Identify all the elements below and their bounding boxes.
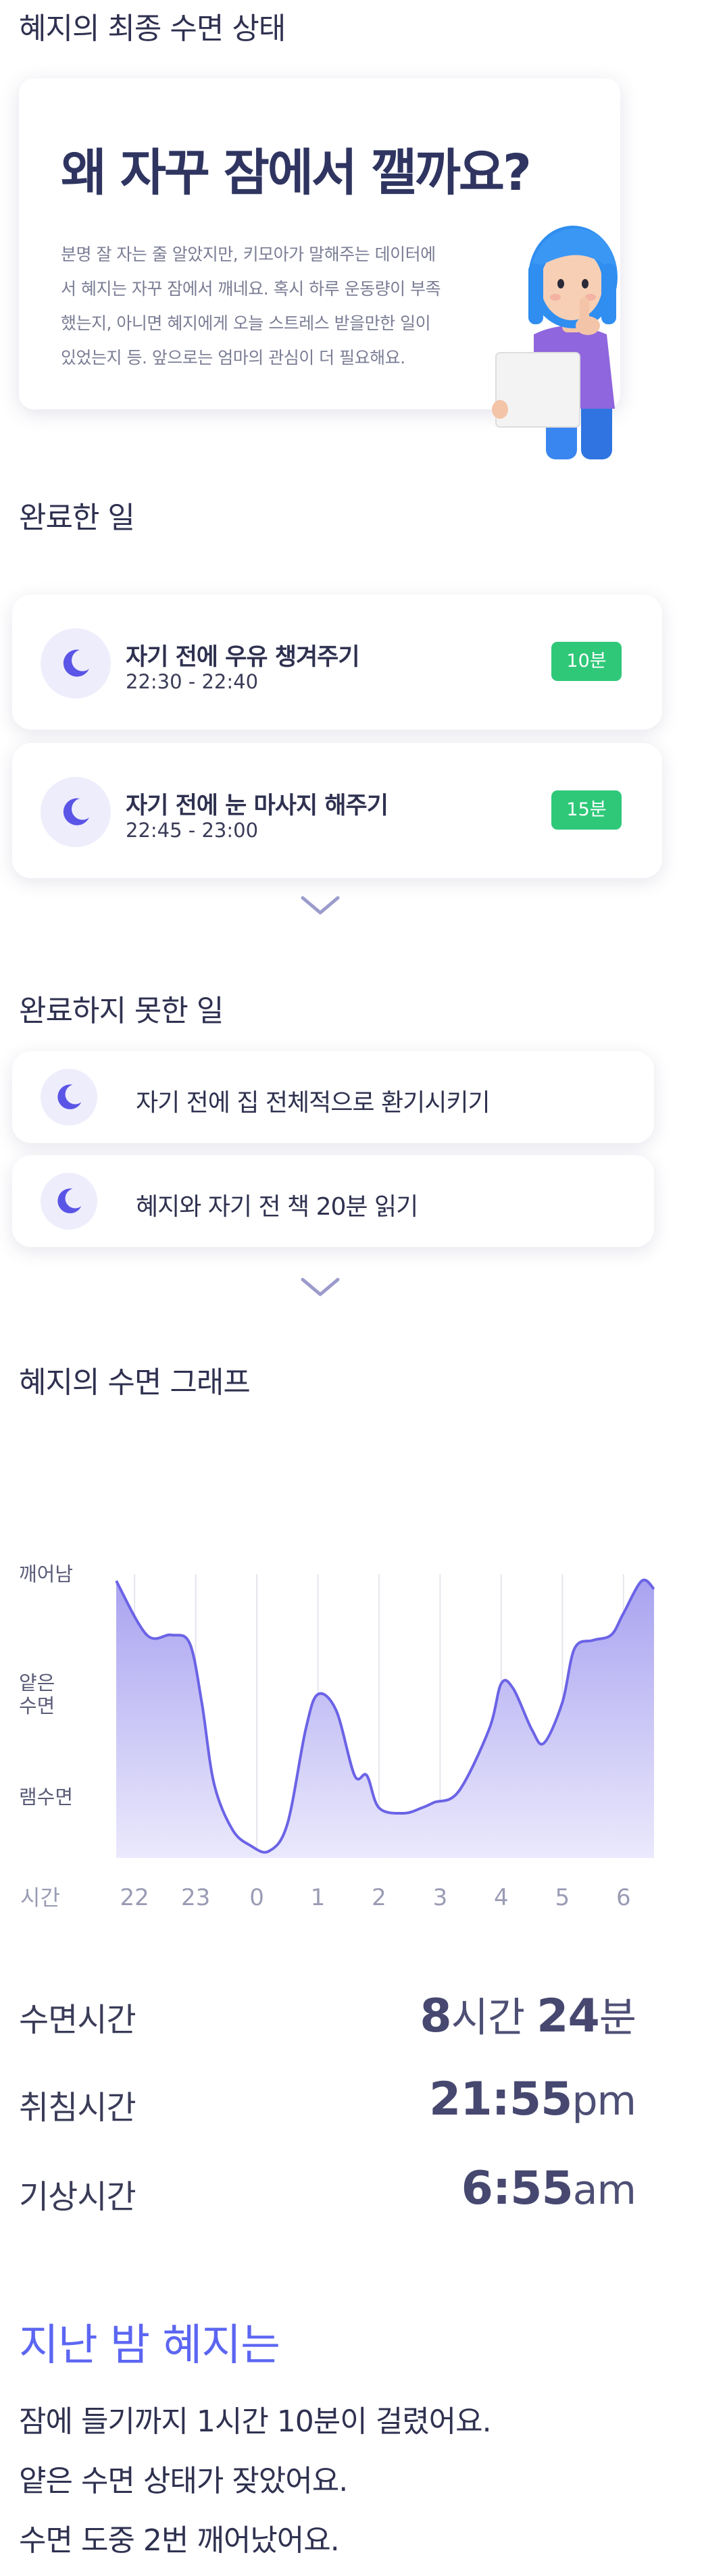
page-title: 혜지의 최종 수면 상태 xyxy=(19,11,286,46)
insight-line: 했는지, 아니면 혜지에게 오늘 스트레스 받을만한 일이 xyxy=(61,313,431,333)
insight-line: 있었는지 등. 앞으로는 엄마의 관심이 더 필요해요. xyxy=(61,348,405,368)
x-tick-label: 3 xyxy=(433,1884,448,1911)
x-axis-label: 시간 xyxy=(20,1885,60,1911)
task-time: 22:30 - 22:40 xyxy=(126,670,259,693)
insight-title: 왜 자꾸 잠에서 깰까요? xyxy=(61,144,532,202)
waketime-time: 6:55 xyxy=(461,2162,574,2215)
bedtime-value: 21:55pm xyxy=(429,2073,636,2126)
recap-line: 잠에 들기까지 1시간 10분이 걸렸어요. xyxy=(19,2404,492,2439)
x-tick-label: 4 xyxy=(494,1884,509,1911)
x-tick-label: 6 xyxy=(616,1884,631,1911)
x-tick-label: 1 xyxy=(311,1884,326,1911)
y-category-label: 수면 xyxy=(19,1694,55,1717)
moon-icon xyxy=(41,1069,97,1126)
recap-title: 지난 밤 혜지는 xyxy=(19,2321,280,2371)
task-title: 자기 전에 눈 마사지 해주기 xyxy=(126,792,388,819)
waketime-value: 6:55am xyxy=(461,2162,636,2215)
moon-icon xyxy=(41,777,111,847)
sleep-area-fill xyxy=(116,1580,654,1858)
task-title: 자기 전에 우유 챙겨주기 xyxy=(126,644,360,671)
graph-section-title: 혜지의 수면 그래프 xyxy=(19,1365,251,1400)
completed-task-card[interactable]: 자기 전에 우유 챙겨주기 22:30 - 22:40 10분 xyxy=(12,595,662,730)
x-tick-label: 5 xyxy=(555,1884,570,1911)
moon-icon xyxy=(41,1173,97,1230)
recap-line: 수면 도중 2번 깨어났어요. xyxy=(19,2523,340,2558)
completed-section-title: 완료한 일 xyxy=(19,501,135,535)
duration-badge: 10분 xyxy=(551,642,622,681)
expand-incomplete-chevron-icon[interactable] xyxy=(300,1277,341,1297)
y-category-label: 깨어남 xyxy=(19,1563,73,1586)
hours-unit: 시간 xyxy=(451,1994,525,2042)
insight-line: 서 혜지는 자꾸 잠에서 깨네요. 혹시 하루 운동량이 부족 xyxy=(61,279,441,299)
x-tick-label: 0 xyxy=(249,1884,264,1911)
y-category-label: 얕은 xyxy=(19,1671,55,1694)
task-label: 혜지와 자기 전 책 20분 읽기 xyxy=(136,1193,418,1221)
moon-icon xyxy=(41,628,111,699)
sleep-hours: 8 xyxy=(420,1990,451,2043)
task-label: 자기 전에 집 전체적으로 환기시키기 xyxy=(136,1089,491,1117)
task-time: 22:45 - 23:00 xyxy=(126,819,259,842)
insight-line: 분명 잘 자는 줄 알았지만, 키모아가 말해주는 데이터에 xyxy=(61,245,436,264)
incomplete-section-title: 완료하지 못한 일 xyxy=(19,994,224,1028)
bedtime-label: 취침시간 xyxy=(19,2089,136,2127)
minutes-unit: 분 xyxy=(599,1994,636,2042)
completed-task-card[interactable]: 자기 전에 눈 마사지 해주기 22:45 - 23:00 15분 xyxy=(12,743,662,878)
y-category-label: 램수면 xyxy=(19,1786,73,1809)
sleep-chart: 22 23 0 1 2 3 4 5 6시간깨어남얕은수면램수면 xyxy=(19,1563,655,1911)
incomplete-task-card[interactable]: 혜지와 자기 전 책 20분 읽기 xyxy=(12,1155,654,1247)
sleep-duration-label: 수면시간 xyxy=(19,2001,136,2039)
sleep-minutes: 24 xyxy=(536,1990,600,2043)
x-tick-label: 22 xyxy=(120,1884,149,1911)
incomplete-task-card[interactable]: 자기 전에 집 전체적으로 환기시키기 xyxy=(12,1051,654,1143)
x-tick-label: 2 xyxy=(372,1884,386,1911)
bedtime-suffix: pm xyxy=(572,2077,636,2125)
expand-completed-chevron-icon[interactable] xyxy=(300,895,341,915)
x-tick-label: 23 xyxy=(181,1884,210,1911)
recap-line: 얕은 수면 상태가 잦았어요. xyxy=(19,2464,348,2498)
insight-body: 분명 잘 자는 줄 알았지만, 키모아가 말해주는 데이터에 서 혜지는 자꾸 … xyxy=(61,237,507,375)
waketime-label: 기상시간 xyxy=(19,2178,136,2216)
duration-badge: 15분 xyxy=(551,790,622,830)
sleep-duration-value: 8시간 24분 xyxy=(420,1985,636,2044)
character-illustration xyxy=(492,226,618,459)
bedtime-time: 21:55 xyxy=(429,2073,572,2126)
waketime-suffix: am xyxy=(572,2167,636,2214)
